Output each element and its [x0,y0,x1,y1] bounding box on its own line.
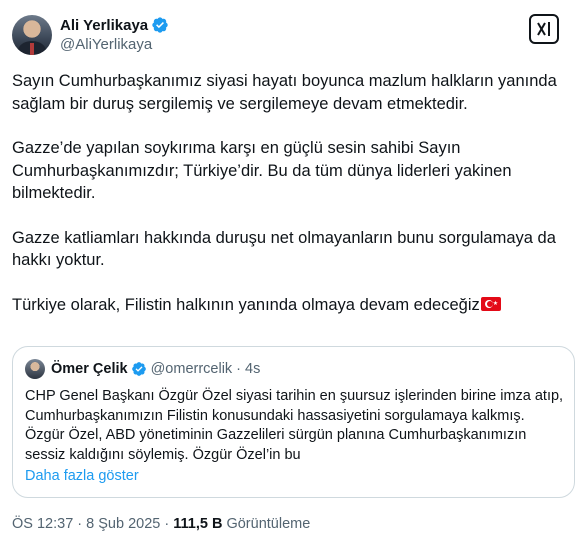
tweet-header: Ali Yerlikaya @AliYerlikaya [12,12,575,60]
tweet-paragraph-last: Türkiye olarak, Filistin halkının yanınd… [12,294,572,317]
view-count: 111,5 B [173,516,223,532]
author-handle[interactable]: @AliYerlikaya [60,36,152,53]
tweet-time[interactable]: ÖS 12:37 [12,516,73,532]
grok-glyph [537,22,550,36]
show-more-link[interactable]: Daha fazla göster [25,468,139,484]
turkey-flag-emoji: ★ [480,296,501,311]
quoted-author-name[interactable]: Ömer Çelik [51,361,128,377]
tweet-paragraph: Sayın Cumhurbaşkanımız siyasi hayatı boy… [12,72,562,113]
tweet-meta: ÖS 12:37 · 8 Şub 2025 · 111,5 B Görüntüle… [12,516,310,532]
tweet-paragraph: Gazze katliamları hakkında duruşu net ol… [12,228,561,270]
views-label: Görüntüleme [226,516,311,532]
quoted-time[interactable]: 4s [245,361,260,377]
tweet-text: Sayın Cumhurbaşkanımız siyasi hayatı boy… [12,70,572,338]
quoted-tweet-text: CHP Genel Başkanı Özgür Özel siyasi tari… [25,388,564,463]
tweet-paragraph: Gazze’de yapılan soykırıma karşı en güçl… [12,139,517,202]
quoted-tweet[interactable]: Ömer Çelik @omerrcelik · 4s CHP Genel Ba… [12,346,575,498]
grok-icon[interactable] [529,14,559,44]
author-display-name[interactable]: Ali Yerlikaya [60,17,148,34]
author-name-line: Ali Yerlikaya [60,16,169,34]
quoted-separator: · [236,361,242,377]
author-avatar[interactable] [12,15,52,55]
tweet-paragraph-text: Türkiye olarak, Filistin halkının yanınd… [12,295,480,314]
quoted-author-avatar[interactable] [25,359,45,379]
meta-separator: · [77,516,83,532]
quoted-author-handle[interactable]: @omerrcelik [151,361,233,377]
quoted-tweet-header: Ömer Çelik @omerrcelik · 4s [25,359,260,379]
tweet-date[interactable]: 8 Şub 2025 [86,516,160,532]
meta-separator: · [164,516,170,532]
verified-badge-icon [152,17,168,33]
verified-badge-icon [131,362,146,376]
